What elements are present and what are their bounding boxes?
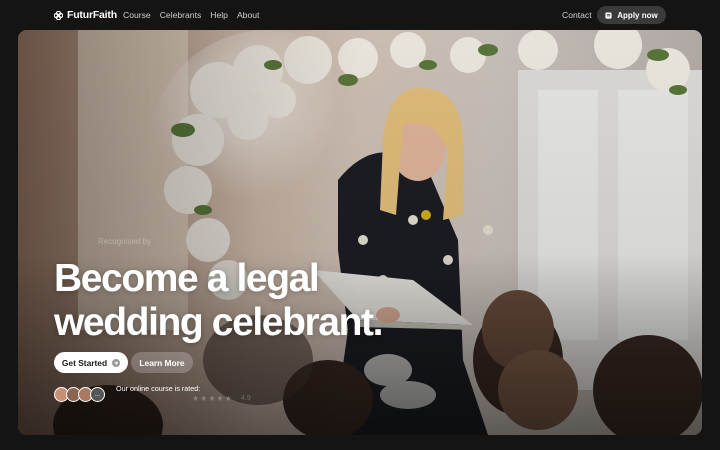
learn-more-button[interactable]: Learn More bbox=[131, 352, 193, 373]
hero-section: Recognised by Become a legal wedding cel… bbox=[18, 30, 702, 435]
rating-stars: ★★★★★ bbox=[192, 394, 233, 403]
rating-value: 4.9 bbox=[241, 395, 251, 402]
get-started-label: Get Started bbox=[61, 357, 108, 368]
top-nav: FuturFaith Course Celebrants Help About … bbox=[0, 0, 720, 30]
student-avatars: ... bbox=[54, 387, 105, 402]
apply-now-button[interactable]: Apply now bbox=[597, 6, 666, 24]
nav-link-celebrants[interactable]: Celebrants bbox=[160, 10, 202, 20]
get-started-button[interactable]: Get Started bbox=[54, 352, 128, 373]
brand-logo[interactable]: FuturFaith bbox=[54, 9, 117, 21]
headline-line-1: Become a legal bbox=[54, 257, 320, 300]
nav-link-help[interactable]: Help bbox=[210, 10, 228, 20]
headline-line-2: wedding celebrant. bbox=[54, 301, 383, 344]
brand-name: FuturFaith bbox=[67, 9, 117, 21]
hero-wedding-image bbox=[18, 30, 702, 435]
learn-more-label: Learn More bbox=[139, 357, 185, 368]
apply-now-label: Apply now bbox=[617, 10, 658, 20]
more-avatars-badge: ... bbox=[90, 387, 105, 402]
nav-link-course[interactable]: Course bbox=[123, 10, 151, 20]
document-icon bbox=[605, 11, 612, 19]
arrow-right-icon bbox=[112, 358, 121, 367]
nav-link-contact[interactable]: Contact bbox=[562, 10, 592, 20]
nav-link-about[interactable]: About bbox=[237, 10, 259, 20]
flower-logo-icon bbox=[54, 10, 63, 20]
nav-links: Course Celebrants Help About bbox=[123, 10, 259, 20]
course-rating-label: Our online course is rated: bbox=[116, 384, 201, 393]
recognised-watermark: Recognised by bbox=[98, 237, 151, 246]
hero-headline: Become a legal wedding celebrant. bbox=[54, 257, 383, 345]
